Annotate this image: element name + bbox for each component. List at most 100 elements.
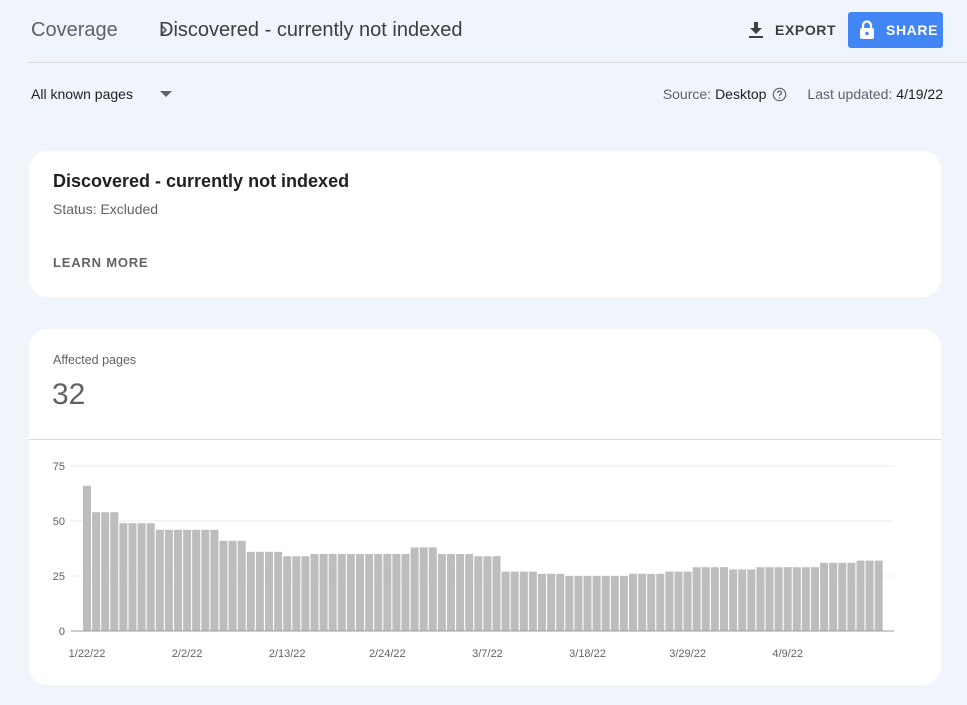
bar[interactable]: [283, 556, 292, 631]
bar[interactable]: [501, 571, 510, 631]
bar[interactable]: [155, 529, 164, 631]
bar[interactable]: [738, 569, 747, 631]
bar[interactable]: [856, 560, 865, 631]
bar[interactable]: [137, 523, 146, 631]
bar[interactable]: [83, 485, 91, 631]
export-button[interactable]: EXPORT: [744, 14, 840, 46]
bar[interactable]: [783, 567, 792, 631]
bar[interactable]: [401, 554, 410, 631]
bar[interactable]: [210, 529, 219, 631]
bar[interactable]: [720, 567, 728, 631]
bar[interactable]: [820, 562, 829, 631]
bar[interactable]: [483, 556, 492, 631]
bar[interactable]: [164, 529, 173, 631]
bar[interactable]: [874, 560, 883, 631]
bar[interactable]: [492, 556, 501, 631]
last-updated-label: Last updated:: [807, 86, 893, 102]
bar[interactable]: [447, 554, 455, 631]
bar[interactable]: [847, 562, 856, 631]
bar[interactable]: [592, 576, 601, 631]
bar[interactable]: [583, 576, 592, 631]
bar[interactable]: [710, 567, 719, 631]
bar[interactable]: [774, 567, 783, 631]
bar[interactable]: [811, 567, 819, 631]
bar[interactable]: [246, 551, 255, 631]
help-icon[interactable]: [772, 87, 787, 102]
x-tick-label: 3/7/22: [472, 648, 503, 660]
bar[interactable]: [101, 512, 110, 631]
bar[interactable]: [619, 576, 628, 631]
bar[interactable]: [465, 554, 474, 631]
bar[interactable]: [601, 576, 610, 631]
bar[interactable]: [528, 571, 537, 631]
bar[interactable]: [456, 554, 465, 631]
bar[interactable]: [228, 540, 237, 631]
bar[interactable]: [410, 547, 419, 631]
bar[interactable]: [665, 571, 674, 631]
bar[interactable]: [374, 554, 383, 631]
breadcrumb-coverage[interactable]: Coverage: [31, 19, 118, 42]
bar[interactable]: [437, 554, 446, 631]
bar[interactable]: [729, 569, 738, 631]
bar[interactable]: [692, 567, 701, 631]
bar[interactable]: [610, 576, 619, 631]
bar[interactable]: [683, 571, 692, 631]
bar[interactable]: [119, 523, 128, 631]
bar[interactable]: [265, 551, 273, 631]
bar[interactable]: [201, 529, 210, 631]
bar[interactable]: [392, 554, 401, 631]
share-button[interactable]: SHARE: [848, 12, 943, 48]
bar[interactable]: [556, 573, 565, 631]
bar[interactable]: [237, 540, 246, 631]
export-label: EXPORT: [775, 22, 837, 38]
bar[interactable]: [292, 556, 301, 631]
bar[interactable]: [474, 556, 483, 631]
bar[interactable]: [792, 567, 801, 631]
bar[interactable]: [829, 562, 838, 631]
bar[interactable]: [765, 567, 774, 631]
bar[interactable]: [274, 551, 283, 631]
bar[interactable]: [301, 556, 310, 631]
learn-more-link[interactable]: LEARN MORE: [53, 255, 148, 270]
lock-icon: [860, 20, 874, 39]
bar[interactable]: [519, 571, 528, 631]
bar[interactable]: [328, 554, 337, 631]
bar[interactable]: [174, 529, 182, 631]
bar[interactable]: [547, 573, 556, 631]
bar[interactable]: [428, 547, 437, 631]
share-label: SHARE: [886, 22, 939, 38]
bar[interactable]: [92, 512, 101, 631]
bar[interactable]: [674, 571, 683, 631]
bar[interactable]: [110, 512, 119, 631]
bar[interactable]: [638, 573, 647, 631]
bar[interactable]: [365, 554, 374, 631]
bar[interactable]: [183, 529, 192, 631]
bar[interactable]: [574, 576, 583, 631]
bar[interactable]: [538, 573, 546, 631]
issue-status: Status: Excluded: [53, 201, 159, 217]
bar[interactable]: [510, 571, 519, 631]
bar[interactable]: [656, 573, 665, 631]
bar[interactable]: [747, 569, 756, 631]
bar[interactable]: [565, 576, 574, 631]
bar[interactable]: [192, 529, 201, 631]
bar[interactable]: [701, 567, 710, 631]
bar[interactable]: [310, 554, 319, 631]
bar[interactable]: [356, 554, 364, 631]
bar[interactable]: [128, 523, 137, 631]
bar[interactable]: [865, 560, 874, 631]
page-filter-dropdown[interactable]: All known pages: [31, 86, 172, 102]
bar[interactable]: [146, 523, 155, 631]
bar[interactable]: [419, 547, 428, 631]
bar[interactable]: [219, 540, 228, 631]
bar[interactable]: [346, 554, 355, 631]
bar[interactable]: [756, 567, 765, 631]
bar[interactable]: [629, 573, 637, 631]
bar[interactable]: [383, 554, 392, 631]
bar[interactable]: [337, 554, 346, 631]
bar[interactable]: [319, 554, 328, 631]
bar[interactable]: [838, 562, 847, 631]
bar[interactable]: [647, 573, 656, 631]
bar[interactable]: [801, 567, 810, 631]
bar[interactable]: [255, 551, 264, 631]
